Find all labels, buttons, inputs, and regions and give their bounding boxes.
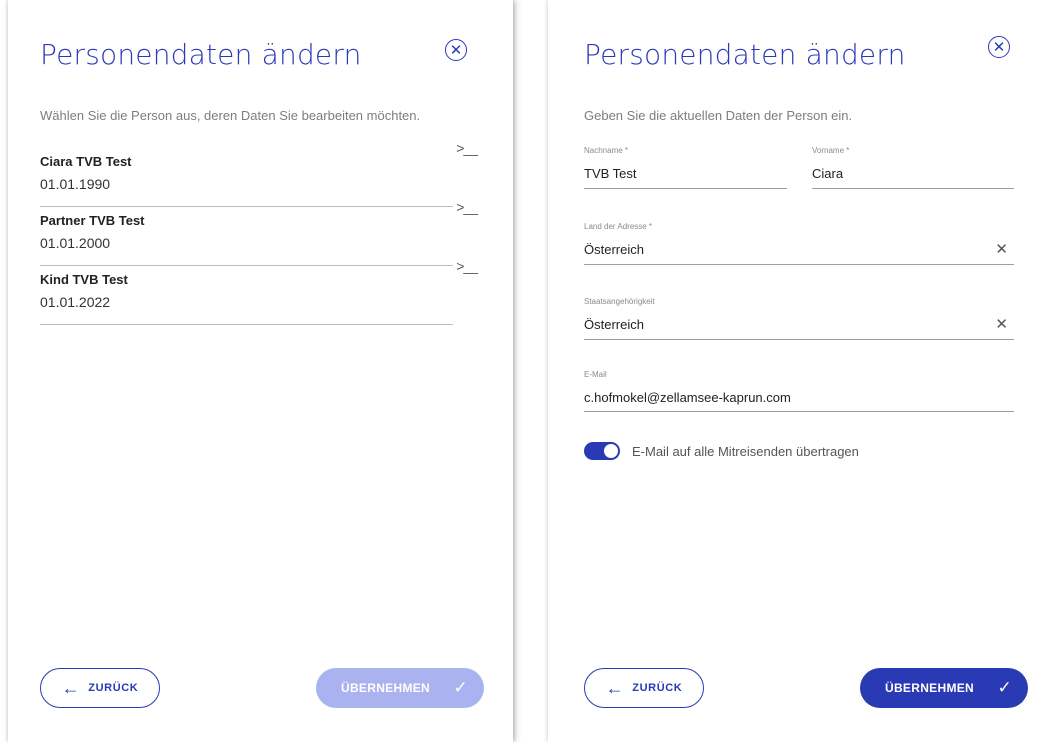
nationality-field[interactable]: Staatsangehörigkeit Österreich ✕ — [584, 297, 1014, 340]
check-icon: ✓ — [453, 678, 468, 697]
toggle-knob — [604, 444, 618, 458]
back-button-label: ZURÜCK — [632, 682, 683, 694]
person-birthdate: 01.01.2000 — [40, 235, 111, 251]
back-button[interactable]: ← ZURÜCK — [40, 668, 160, 708]
firstname-input[interactable]: Ciara — [812, 166, 843, 181]
apply-button[interactable]: ÜBERNEHMEN ✓ — [860, 668, 1028, 708]
person-list-item[interactable]: Ciara TVB Test 01.01.1990 >__ — [40, 140, 478, 207]
person-birthdate: 01.01.2022 — [40, 294, 111, 310]
person-list: Ciara TVB Test 01.01.1990 >__ Partner TV… — [40, 140, 478, 325]
field-label: E-Mail — [584, 370, 607, 379]
toggle-label: E-Mail auf alle Mitreisenden übertragen — [632, 443, 859, 459]
clear-icon[interactable]: ✕ — [995, 240, 1008, 258]
firstname-field[interactable]: Vorname * Ciara — [812, 146, 1014, 189]
country-select[interactable]: Österreich — [584, 242, 644, 257]
back-button[interactable]: ← ZURÜCK — [584, 668, 704, 708]
back-button-label: ZURÜCK — [88, 682, 139, 694]
field-label: Staatsangehörigkeit — [584, 297, 655, 306]
field-label: Nachname * — [584, 146, 629, 155]
field-label: Land der Adresse * — [584, 222, 653, 231]
country-field[interactable]: Land der Adresse * Österreich ✕ — [584, 222, 1014, 265]
arrow-left-icon: ← — [605, 678, 625, 698]
lastname-input[interactable]: TVB Test — [584, 166, 637, 181]
email-field[interactable]: E-Mail c.hofmokel@zellamsee-kaprun.com — [584, 370, 1014, 412]
instruction-text: Geben Sie die aktuellen Daten der Person… — [584, 108, 853, 123]
person-list-item[interactable]: Partner TVB Test 01.01.2000 >__ — [40, 199, 478, 266]
field-underline — [584, 339, 1014, 340]
check-icon: ✓ — [997, 678, 1012, 697]
close-icon[interactable]: ✕ — [445, 39, 467, 61]
edit-person-panel: Personendaten ändern ✕ Geben Sie die akt… — [548, 0, 1038, 742]
apply-button-label: ÜBERNEHMEN — [885, 681, 975, 695]
page-title: Personendaten ändern — [40, 38, 362, 71]
lastname-field[interactable]: Nachname * TVB Test — [584, 146, 787, 189]
copy-email-toggle-row: E-Mail auf alle Mitreisenden übertragen — [584, 442, 859, 460]
copy-email-toggle[interactable] — [584, 442, 620, 460]
nationality-select[interactable]: Österreich — [584, 317, 644, 332]
person-list-item[interactable]: Kind TVB Test 01.01.2022 >__ — [40, 258, 478, 325]
field-underline — [584, 264, 1014, 265]
email-input[interactable]: c.hofmokel@zellamsee-kaprun.com — [584, 390, 791, 405]
field-underline — [584, 188, 787, 189]
field-underline — [812, 188, 1014, 189]
apply-button-label: ÜBERNEHMEN — [341, 681, 431, 695]
page-title: Personendaten ändern — [584, 38, 906, 71]
clear-icon[interactable]: ✕ — [995, 315, 1008, 333]
instruction-text: Wählen Sie die Person aus, deren Daten S… — [40, 108, 421, 123]
field-underline — [584, 411, 1014, 412]
person-name: Partner TVB Test — [40, 213, 145, 228]
divider — [40, 324, 453, 325]
chevron-right-icon: >__ — [456, 258, 478, 274]
person-name: Ciara TVB Test — [40, 154, 132, 169]
close-icon[interactable]: ✕ — [988, 36, 1010, 58]
chevron-right-icon: >__ — [456, 199, 478, 215]
field-label: Vorname * — [812, 146, 850, 155]
arrow-left-icon: ← — [61, 678, 81, 698]
select-person-panel: Personendaten ändern ✕ Wählen Sie die Pe… — [8, 0, 513, 742]
chevron-right-icon: >__ — [456, 140, 478, 156]
apply-button[interactable]: ÜBERNEHMEN ✓ — [316, 668, 484, 708]
person-birthdate: 01.01.1990 — [40, 176, 111, 192]
person-name: Kind TVB Test — [40, 272, 128, 287]
